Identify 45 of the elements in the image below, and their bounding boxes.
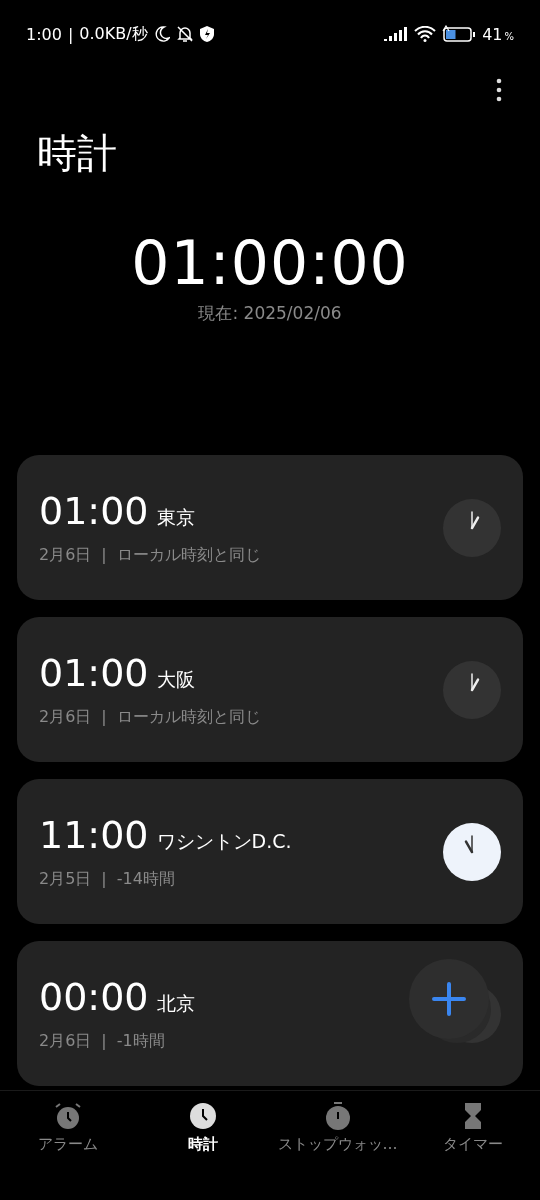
status-separator: | bbox=[67, 24, 74, 44]
percent-sign: % bbox=[504, 30, 514, 42]
current-date: 現在: 2025/02/06 bbox=[197, 302, 343, 325]
nav-tab[interactable]: タイマー bbox=[405, 1091, 540, 1200]
time-offset: -14時間 bbox=[116, 869, 175, 890]
status-time: 1:00 bbox=[26, 24, 62, 44]
shield-icon bbox=[199, 26, 214, 42]
clock-icon bbox=[187, 1101, 218, 1131]
city-date: 2月6日 bbox=[39, 1031, 92, 1052]
city-time: 01:00 bbox=[39, 489, 149, 533]
nav-tab[interactable]: アラーム bbox=[0, 1091, 135, 1200]
city-date: 2月5日 bbox=[39, 869, 92, 890]
signal-icon bbox=[384, 27, 409, 41]
time-offset: -1時間 bbox=[116, 1031, 165, 1052]
nav-tab[interactable]: ストップウォッ… bbox=[270, 1091, 405, 1200]
city-card[interactable]: 01:00 東京 2月6日 | ローカル時刻と同じ bbox=[17, 455, 523, 600]
date-separator: | bbox=[101, 1031, 107, 1052]
time-offset: ローカル時刻と同じ bbox=[116, 707, 261, 728]
city-name: ワシントンD.C. bbox=[156, 829, 292, 854]
city-time: 01:00 bbox=[39, 651, 149, 695]
city-card[interactable]: 01:00 大阪 2月6日 | ローカル時刻と同じ bbox=[17, 617, 523, 762]
battery-percent: 41 bbox=[482, 24, 503, 44]
city-date: 2月6日 bbox=[39, 545, 92, 566]
time-offset: ローカル時刻と同じ bbox=[116, 545, 261, 566]
more-options-icon[interactable] bbox=[496, 78, 502, 102]
wifi-icon bbox=[414, 26, 437, 42]
city-name: 東京 bbox=[156, 505, 195, 530]
city-card[interactable]: 00:00 北京 2月6日 | -1時間 bbox=[17, 941, 523, 1086]
city-card[interactable]: 11:00 ワシントンD.C. 2月5日 | -14時間 bbox=[17, 779, 523, 924]
date-separator: | bbox=[101, 869, 107, 890]
nav-tab[interactable]: 時計 bbox=[135, 1091, 270, 1200]
network-speed: 0.0KB/秒 bbox=[79, 23, 148, 45]
plus-icon bbox=[432, 982, 466, 1016]
date-separator: | bbox=[101, 545, 107, 566]
city-name: 北京 bbox=[156, 991, 195, 1016]
moon-icon bbox=[153, 26, 170, 42]
page-title: 時計 bbox=[36, 129, 118, 178]
bell-off-icon bbox=[175, 25, 194, 43]
city-time: 00:00 bbox=[39, 975, 149, 1019]
date-separator: | bbox=[101, 707, 107, 728]
current-time: 01:00:00 bbox=[130, 228, 410, 298]
city-name: 大阪 bbox=[156, 667, 195, 692]
city-time: 11:00 bbox=[39, 813, 149, 857]
city-date: 2月6日 bbox=[39, 707, 92, 728]
battery-charging-icon bbox=[442, 25, 477, 43]
